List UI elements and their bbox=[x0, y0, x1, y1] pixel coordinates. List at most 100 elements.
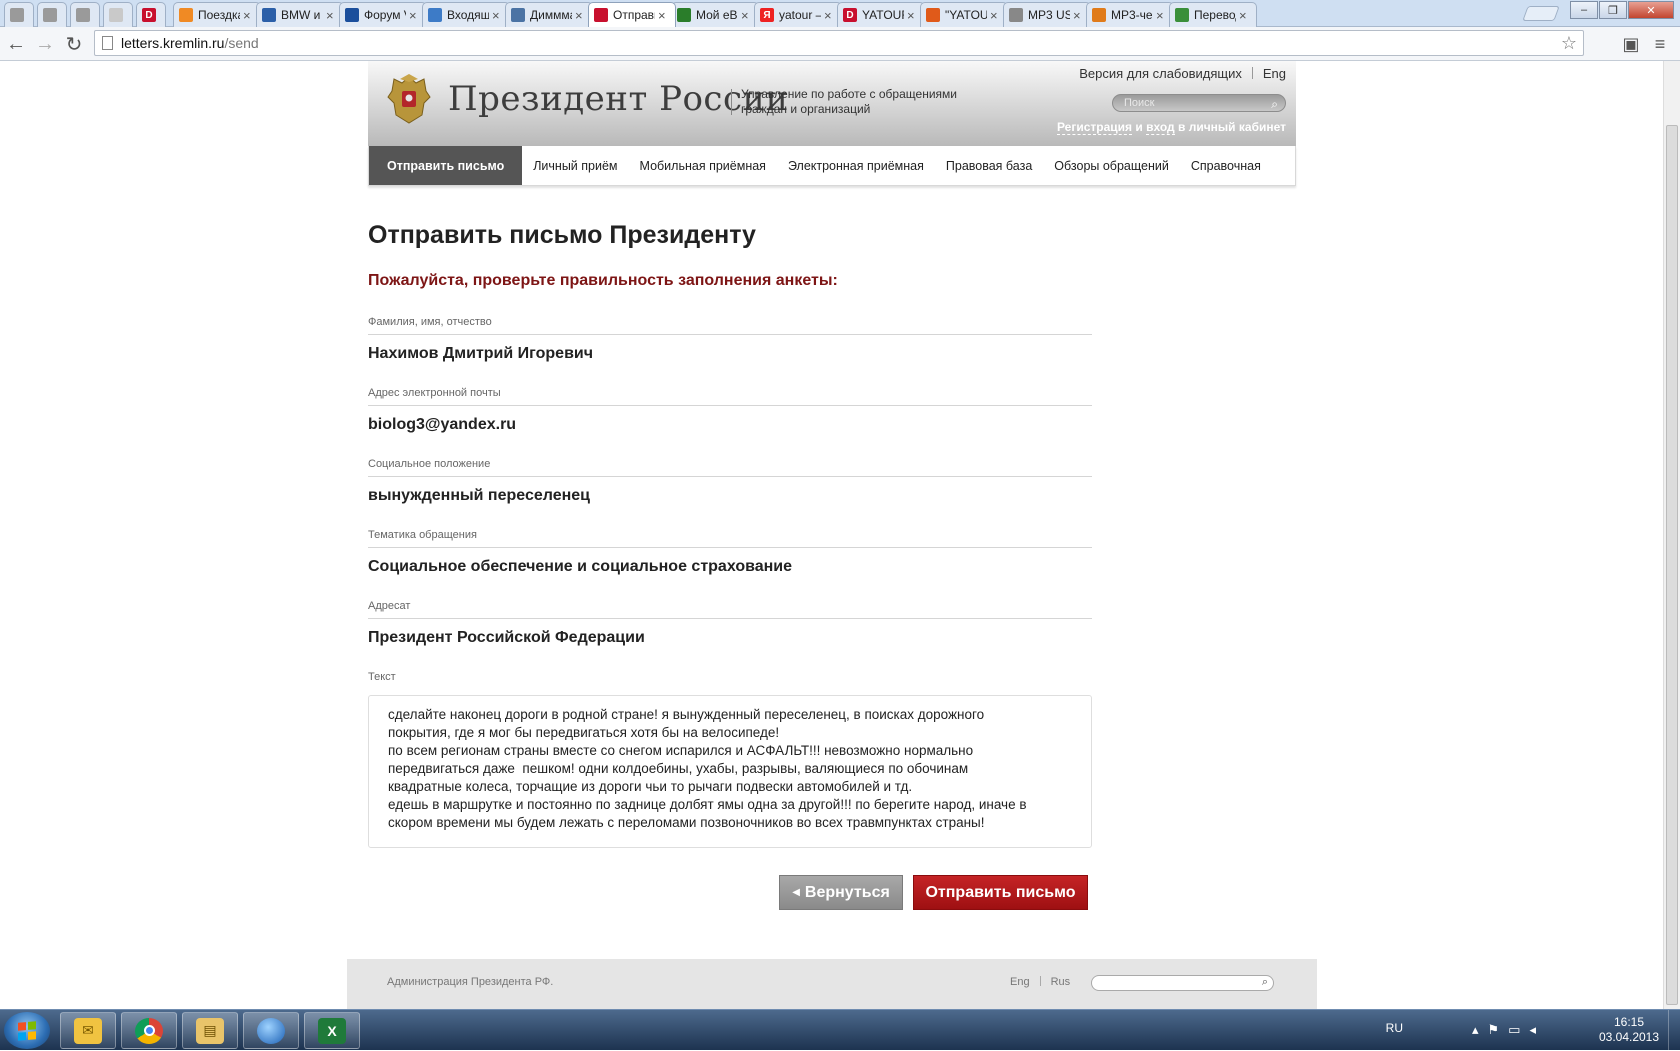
registration-link[interactable]: Регистрация bbox=[1056, 120, 1133, 135]
browser-tab[interactable]: Входящ × bbox=[422, 2, 510, 27]
nav-legal-base[interactable]: Правовая база bbox=[935, 146, 1043, 185]
reload-icon[interactable]: ↻ bbox=[62, 32, 86, 56]
subtitle-divider bbox=[731, 89, 732, 115]
taskbar-chrome[interactable] bbox=[121, 1012, 177, 1049]
field-addressee: Адресат Президент Российской Федерации bbox=[368, 600, 1092, 647]
site-search-input[interactable]: Поиск ⌕ bbox=[1112, 94, 1286, 112]
browser-tab[interactable]: "YATOU × bbox=[920, 2, 1008, 27]
nav-personal-reception[interactable]: Личный приём bbox=[522, 146, 628, 185]
tab-close-icon[interactable]: × bbox=[492, 8, 504, 23]
browser-tab[interactable] bbox=[70, 2, 100, 27]
address-bar[interactable]: letters.kremlin.ru/send ☆ bbox=[94, 30, 1584, 56]
tab-close-icon[interactable]: × bbox=[907, 8, 919, 23]
site-subtitle: Управление по работе с обращениями гражд… bbox=[731, 87, 991, 117]
start-button[interactable] bbox=[4, 1012, 50, 1049]
bookmark-star-icon[interactable]: ☆ bbox=[1561, 33, 1577, 54]
browser-tab[interactable]: D bbox=[136, 2, 166, 27]
eng-link[interactable]: Eng bbox=[1263, 66, 1286, 81]
footer-copyright: Администрация Президента РФ. bbox=[387, 976, 554, 988]
footer-search-input[interactable]: ⌕ bbox=[1091, 975, 1274, 991]
browser-tab[interactable]: Яyatour —× bbox=[754, 2, 842, 27]
text-label: Текст bbox=[368, 671, 396, 683]
forward-arrow-icon[interactable]: → bbox=[33, 32, 57, 56]
subtitle-line-2: граждан и организаций bbox=[741, 102, 871, 116]
browser-tab[interactable]: Форум V× bbox=[339, 2, 427, 27]
browser-tab[interactable]: D YATOUR× bbox=[837, 2, 925, 27]
browser-tab[interactable]: Мой eBa× bbox=[671, 2, 759, 27]
search-placeholder: Поиск bbox=[1124, 97, 1155, 109]
low-vision-link[interactable]: Версия для слабовидящих bbox=[1079, 66, 1242, 81]
tab-favicon-icon bbox=[428, 8, 442, 22]
field-label: Фамилия, имя, отчество bbox=[368, 316, 492, 328]
tray-icons[interactable]: ▴⚑▭◂ bbox=[1472, 1022, 1545, 1038]
main-navigation: Отправить письмо Личный приём Мобильная … bbox=[368, 146, 1296, 186]
field-full-name: Фамилия, имя, отчество Нахимов Дмитрий И… bbox=[368, 316, 1092, 363]
browser-tab[interactable]: BMW и × bbox=[256, 2, 344, 27]
search-icon[interactable]: ⌕ bbox=[1262, 976, 1268, 989]
browser-toolbar: ← → ↻ letters.kremlin.ru/send ☆ ▣ ≡ bbox=[0, 27, 1680, 61]
minimize-button[interactable]: – bbox=[1570, 1, 1598, 19]
browser-tab[interactable] bbox=[37, 2, 67, 27]
field-value: biolog3@yandex.ru bbox=[368, 416, 517, 433]
nav-mobile-reception[interactable]: Мобильная приёмная bbox=[629, 146, 777, 185]
nav-electronic-reception[interactable]: Электронная приёмная bbox=[777, 146, 935, 185]
footer-eng-link[interactable]: Eng bbox=[1010, 976, 1030, 988]
extension-icon[interactable]: ▣ bbox=[1619, 32, 1643, 56]
close-window-button[interactable]: ✕ bbox=[1628, 1, 1674, 19]
cabinet-text[interactable]: в личный кабинет bbox=[1178, 120, 1286, 134]
maximize-button[interactable]: ❐ bbox=[1599, 1, 1627, 19]
tab-close-icon[interactable]: × bbox=[326, 8, 338, 23]
tab-title: Форум V bbox=[364, 8, 406, 22]
taskbar-outlook[interactable]: ✉ bbox=[60, 1012, 116, 1049]
taskbar-explorer[interactable]: ▤ bbox=[182, 1012, 238, 1049]
back-arrow-icon[interactable]: ← bbox=[4, 32, 28, 56]
tab-close-icon[interactable]: × bbox=[1156, 8, 1168, 23]
tab-title: Диммма bbox=[530, 8, 572, 22]
field-label: Социальное положение bbox=[368, 458, 491, 470]
tab-favicon-icon bbox=[345, 8, 359, 22]
browser-tab[interactable] bbox=[103, 2, 133, 27]
tab-favicon-icon bbox=[109, 8, 123, 22]
taskbar-excel[interactable]: X bbox=[304, 1012, 360, 1049]
tab-close-icon[interactable]: × bbox=[824, 8, 836, 23]
browser-tab[interactable] bbox=[4, 2, 34, 27]
browser-tab-strip: DПоездка×BMW и×Форум V×Входящ×Диммма×Отп… bbox=[0, 0, 1680, 27]
tab-title: YATOUR bbox=[862, 8, 904, 22]
tab-close-icon[interactable]: × bbox=[990, 8, 1002, 23]
tab-close-icon[interactable]: × bbox=[1073, 8, 1085, 23]
tab-close-icon[interactable]: × bbox=[409, 8, 421, 23]
clock[interactable]: 16:15 03.04.2013 bbox=[1598, 1015, 1660, 1045]
new-tab-button[interactable] bbox=[1522, 6, 1560, 21]
windows-taskbar: ✉ ▤ X RU ▴⚑▭◂ 16:15 03.04.2013 bbox=[0, 1009, 1680, 1051]
menu-icon[interactable]: ≡ bbox=[1648, 32, 1672, 56]
taskbar-google-earth[interactable] bbox=[243, 1012, 299, 1049]
show-desktop-button[interactable] bbox=[1668, 1010, 1680, 1051]
tab-favicon-icon bbox=[511, 8, 525, 22]
keyboard-language[interactable]: RU bbox=[1386, 1021, 1403, 1035]
footer-rus-link[interactable]: Rus bbox=[1051, 976, 1071, 988]
browser-tab[interactable]: MP3 USB× bbox=[1003, 2, 1091, 27]
tab-close-icon[interactable]: × bbox=[1239, 8, 1251, 23]
excel-icon: X bbox=[318, 1017, 346, 1044]
tab-title: MP3-чей bbox=[1111, 8, 1153, 22]
tab-close-icon[interactable]: × bbox=[575, 8, 587, 23]
browser-tab[interactable]: Поездка × bbox=[173, 2, 261, 27]
site-title[interactable]: Президент России bbox=[448, 79, 789, 119]
scrollbar-thumb[interactable] bbox=[1666, 125, 1678, 1005]
nav-reviews[interactable]: Обзоры обращений bbox=[1043, 146, 1180, 185]
tab-close-icon[interactable]: × bbox=[658, 8, 670, 23]
send-letter-button[interactable]: Отправить письмо bbox=[913, 875, 1088, 910]
browser-tab[interactable]: MP3-чей× bbox=[1086, 2, 1174, 27]
nav-send-letter[interactable]: Отправить письмо bbox=[369, 146, 523, 185]
search-icon[interactable]: ⌕ bbox=[1271, 96, 1278, 112]
login-link[interactable]: вход bbox=[1146, 120, 1175, 135]
page-scrollbar[interactable] bbox=[1663, 61, 1680, 1009]
back-button[interactable]: ◀ Вернуться bbox=[779, 875, 903, 910]
nav-reference[interactable]: Справочная bbox=[1180, 146, 1272, 185]
browser-tab[interactable]: Отправи× bbox=[588, 2, 676, 27]
tab-close-icon[interactable]: × bbox=[741, 8, 753, 23]
browser-tab[interactable]: Диммма × bbox=[505, 2, 593, 27]
browser-tab[interactable]: Перевод× bbox=[1169, 2, 1257, 27]
tab-close-icon[interactable]: × bbox=[243, 8, 255, 23]
subtitle-line-1: Управление по работе с обращениями bbox=[741, 87, 957, 101]
